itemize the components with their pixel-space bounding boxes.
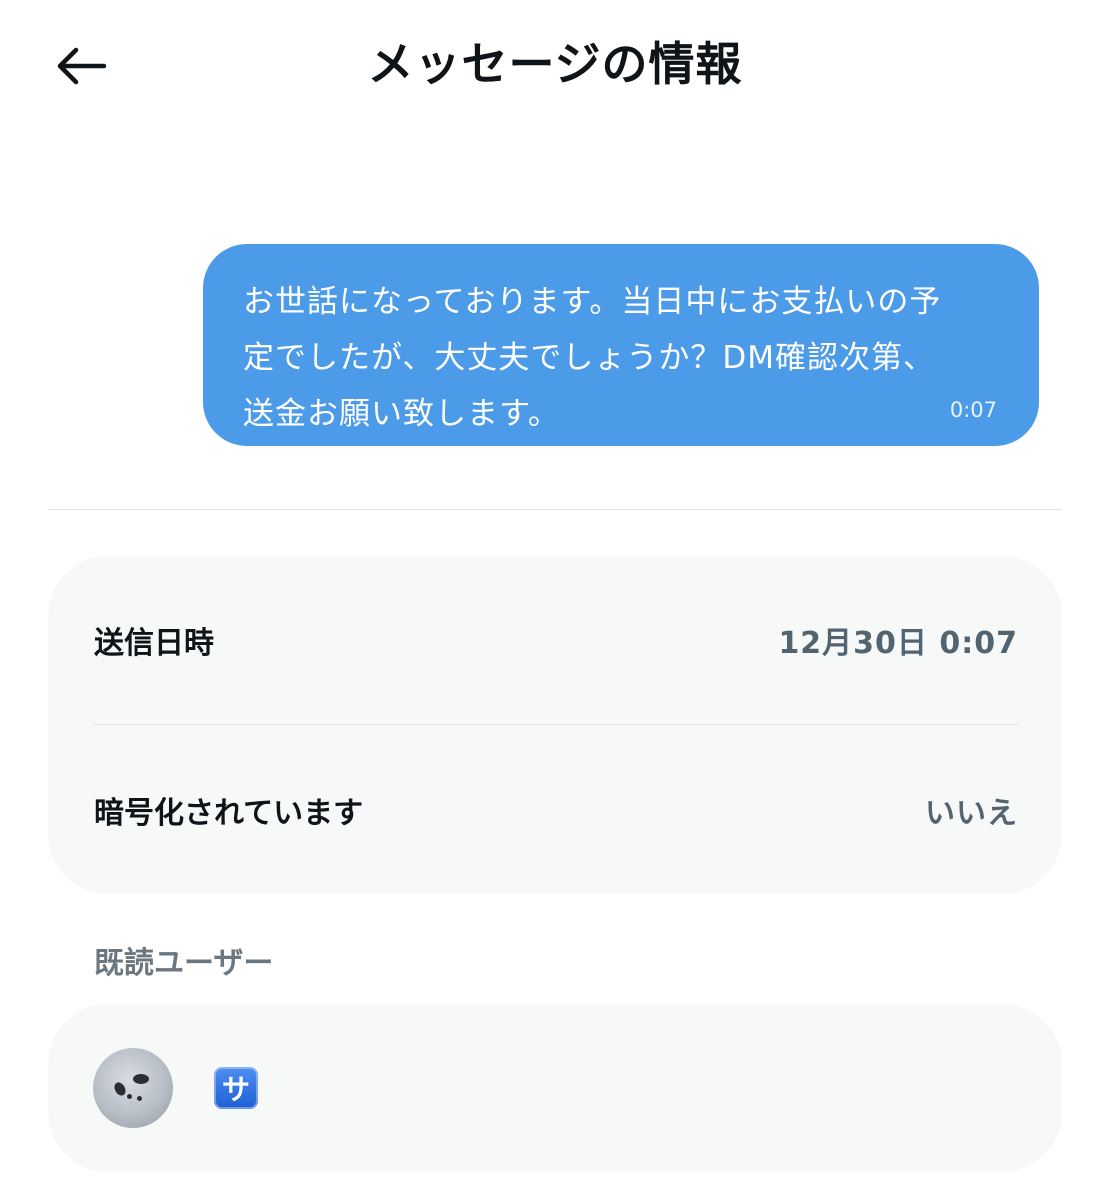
avatar-detail [127,1094,132,1099]
sent-time-row: 送信日時 12月30日 0:07 [94,600,1018,680]
avatar-detail [133,1074,149,1084]
sent-time-value: 12月30日 0:07 [778,626,1018,661]
user-avatar[interactable] [93,1048,173,1128]
message-line: お世話になっております。当日中にお支払いの予 [243,284,942,320]
encryption-row: 暗号化されています いいえ [94,770,1018,850]
avatar-detail [112,1080,128,1098]
message-text: お世話になっております。当日中にお支払いの予 定でしたが、大丈夫でしょうか？DM… [243,274,999,442]
user-name-badge[interactable]: サ [214,1067,258,1109]
header: メッセージの情報 [0,0,1110,120]
page-title: メッセージの情報 [367,37,743,91]
encryption-value: いいえ [925,796,1018,831]
avatar-detail [137,1096,142,1101]
message-time: 0:07 [949,398,997,422]
encryption-label: 暗号化されています [94,796,364,831]
divider [48,509,1062,510]
readers-card [48,1004,1062,1172]
message-line: 定でしたが、大丈夫でしょうか？DM確認次第、 [243,340,935,376]
readers-section-title: 既読ユーザー [94,946,274,981]
row-divider [94,724,1018,725]
sent-time-label: 送信日時 [94,626,214,661]
message-bubble-container: お世話になっております。当日中にお支払いの予 定でしたが、大丈夫でしょうか？DM… [203,244,1039,446]
message-bubble[interactable]: お世話になっております。当日中にお支払いの予 定でしたが、大丈夫でしょうか？DM… [203,244,1039,446]
message-line: 送金お願い致します。 [243,396,560,432]
